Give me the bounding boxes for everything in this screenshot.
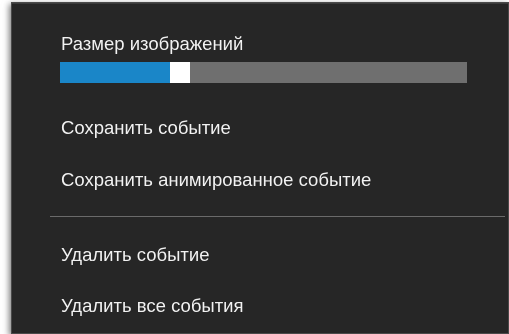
menu-item-save-animated-event[interactable]: Сохранить анимированное событие bbox=[61, 168, 371, 192]
menu-item-save-event[interactable]: Сохранить событие bbox=[61, 116, 231, 140]
menu-item-delete-all-events[interactable]: Удалить все события bbox=[61, 294, 244, 318]
menu-separator bbox=[50, 216, 505, 217]
slider-fill bbox=[60, 62, 170, 83]
image-size-slider[interactable] bbox=[60, 62, 467, 83]
menu-item-delete-event[interactable]: Удалить событие bbox=[61, 243, 210, 267]
image-size-label: Размер изображений bbox=[61, 33, 244, 54]
context-menu: Размер изображений Сохранить событие Сох… bbox=[11, 2, 509, 334]
slider-thumb[interactable] bbox=[170, 62, 190, 83]
